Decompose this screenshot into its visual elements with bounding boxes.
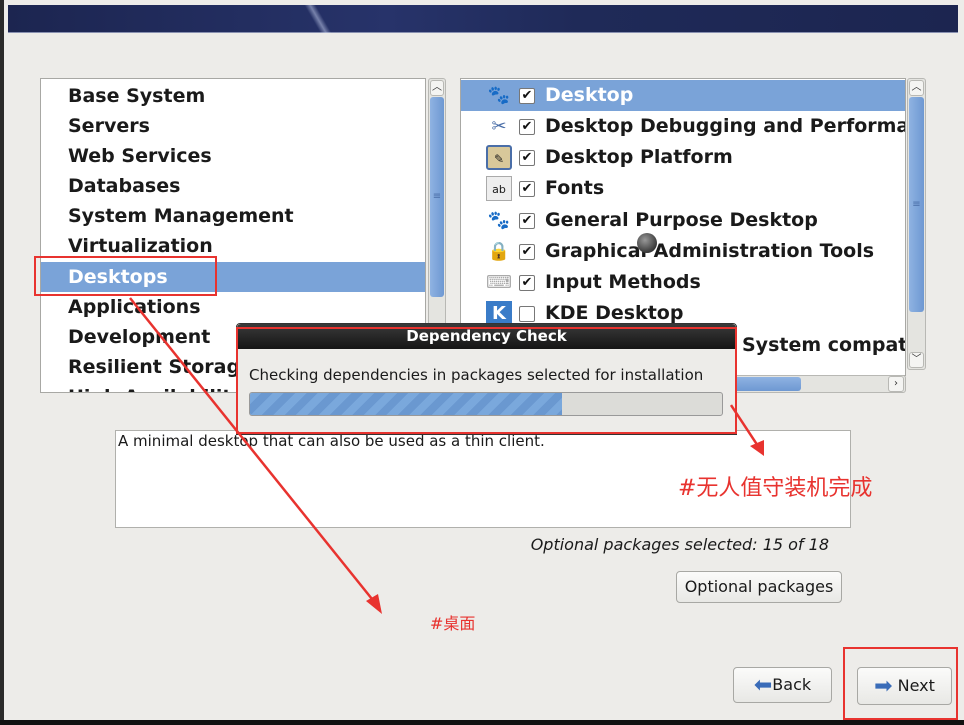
annotation-desktop: #桌面 xyxy=(430,614,476,633)
arrowhead xyxy=(366,594,382,614)
annotation-done: #无人值守装机完成 xyxy=(678,476,873,501)
arrow-desktop xyxy=(129,297,377,605)
annotation-arrows xyxy=(129,297,764,614)
arrow-done xyxy=(729,404,760,447)
window-edge xyxy=(0,720,964,725)
